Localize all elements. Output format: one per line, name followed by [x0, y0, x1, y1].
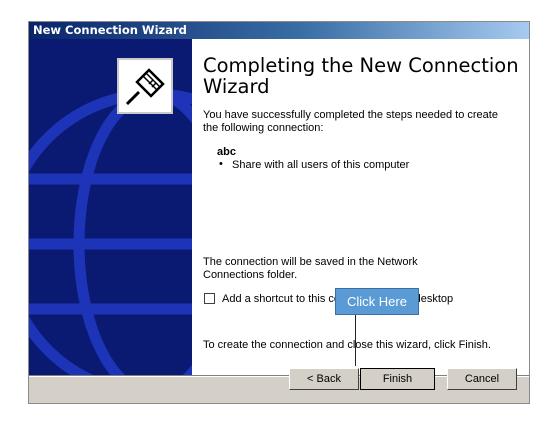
intro-text: You have successfully completed the step…: [203, 109, 498, 134]
content-panel: Completing the New Connection Wizard You…: [192, 39, 529, 375]
saved-note: The connection will be saved in the Netw…: [203, 256, 418, 281]
wizard-window: New Connection Wizard Completing the New…: [28, 21, 530, 404]
title-bar[interactable]: New Connection Wizard: [29, 22, 529, 39]
share-option-text: Share with all users of this computer: [232, 159, 410, 171]
shortcut-checkbox[interactable]: [204, 293, 215, 304]
cancel-button[interactable]: Cancel: [447, 368, 517, 390]
side-panel: [29, 39, 192, 375]
page-title: Completing the New Connection Wizard: [203, 54, 519, 98]
back-button[interactable]: < Back: [289, 368, 359, 390]
window-title: New Connection Wizard: [33, 23, 187, 37]
click-here-callout: Click Here: [335, 288, 419, 315]
bullet-dot: •: [219, 158, 223, 170]
finish-note: To create the connection and close this …: [203, 339, 491, 351]
finish-button[interactable]: Finish: [360, 368, 435, 390]
network-plug-icon: [117, 58, 173, 114]
callout-pointer: [355, 315, 356, 366]
